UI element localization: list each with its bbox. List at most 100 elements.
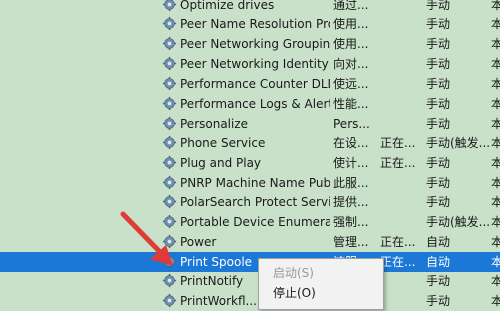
service-row[interactable]: Print Spoole该服...正在...自动本 bbox=[0, 252, 500, 272]
service-row[interactable]: Power 管理... 正在... 自动 本 bbox=[0, 232, 500, 252]
service-name: Personalize bbox=[180, 117, 249, 131]
service-row[interactable]: Peer Networking Grouping 使用... 手动 本 bbox=[0, 34, 500, 54]
gear-icon bbox=[162, 254, 177, 269]
service-description: 通过... bbox=[333, 0, 369, 12]
service-description: 使用... bbox=[333, 17, 369, 31]
gear-icon bbox=[162, 96, 177, 111]
service-row[interactable]: PNRP Machine Name Publ... 此服... 手动 本 bbox=[0, 173, 500, 193]
service-description: 强制... bbox=[333, 215, 369, 229]
service-logon: 本 bbox=[491, 117, 500, 131]
service-description: 使计... bbox=[333, 156, 369, 170]
menu-item-stop[interactable]: 停止(O) bbox=[259, 283, 383, 303]
service-name: Peer Networking Grouping bbox=[180, 37, 330, 51]
service-row[interactable]: Peer Networking Identity ... 向对... 手动 本 bbox=[0, 54, 500, 74]
service-row[interactable]: Phone Service 在设... 正在... 手动(触发... 本 bbox=[0, 133, 500, 153]
service-description: 在设... bbox=[333, 136, 369, 150]
service-logon: 本 bbox=[491, 57, 500, 71]
service-name: Power bbox=[180, 235, 217, 249]
service-name: Performance Counter DLL ... bbox=[180, 77, 330, 91]
service-name: Peer Name Resolution Pro... bbox=[180, 17, 330, 31]
gear-icon bbox=[162, 116, 177, 131]
gear-icon bbox=[162, 76, 177, 91]
gear-icon bbox=[162, 175, 177, 190]
service-name: PNRP Machine Name Publ... bbox=[180, 176, 330, 190]
service-row[interactable]: Optimize drives 通过... 手动 本 bbox=[0, 0, 500, 15]
service-row[interactable]: Plug and Play 使计... 正在... 手动 本 bbox=[0, 153, 500, 173]
service-startup-type: 手动(触发... bbox=[426, 215, 490, 229]
service-startup-type: 手动 bbox=[426, 77, 451, 91]
service-logon: 本 bbox=[491, 156, 500, 170]
service-description: 使远... bbox=[333, 77, 369, 91]
service-logon: 本 bbox=[491, 97, 500, 111]
service-description: 此服... bbox=[333, 176, 369, 190]
gear-icon bbox=[162, 36, 177, 51]
service-description: 性能... bbox=[333, 97, 369, 111]
service-name: Plug and Play bbox=[180, 156, 262, 170]
services-list: Optimize drives 通过... 手动本 Peer Name Resolut… bbox=[0, 0, 500, 308]
service-startup-type: 手动 bbox=[426, 294, 451, 308]
service-name: Peer Networking Identity ... bbox=[180, 57, 330, 71]
service-startup-type: 自动 bbox=[426, 255, 451, 269]
service-startup-type: 自动 bbox=[426, 235, 451, 249]
service-name: Portable Device Enumerat... bbox=[180, 215, 330, 229]
service-logon: 本 bbox=[491, 294, 500, 308]
service-row[interactable]: PrintWorkfl... 手动本 bbox=[0, 291, 500, 311]
service-logon: 本 bbox=[491, 77, 500, 91]
service-logon: 本 bbox=[491, 0, 500, 12]
service-startup-type: 手动 bbox=[426, 117, 451, 131]
service-logon: 本 bbox=[491, 37, 500, 51]
context-menu: 启动(S) 停止(O) bbox=[258, 258, 384, 310]
gear-icon bbox=[162, 0, 177, 12]
service-startup-type: 手动 bbox=[426, 274, 451, 288]
service-description: 提供... bbox=[333, 195, 369, 209]
menu-item-start[interactable]: 启动(S) bbox=[259, 263, 383, 283]
service-startup-type: 手动 bbox=[426, 156, 451, 170]
gear-icon bbox=[162, 214, 177, 229]
service-description: 管理... bbox=[333, 235, 369, 249]
service-description: Pers... bbox=[333, 117, 370, 131]
service-row[interactable]: Peer Name Resolution Pro... 使用... 手动 本 bbox=[0, 14, 500, 34]
gear-icon bbox=[162, 155, 177, 170]
service-logon: 本 bbox=[491, 195, 500, 209]
gear-icon bbox=[162, 56, 177, 71]
service-startup-type: 手动 bbox=[426, 176, 451, 190]
service-logon: 本 bbox=[491, 215, 500, 229]
service-row[interactable]: PrintNotify 手动本 bbox=[0, 271, 500, 291]
menu-item-stop-label: 停止(O) bbox=[273, 286, 316, 300]
service-startup-type: 手动(触发... bbox=[426, 136, 490, 150]
service-row[interactable]: Personalize Pers... 手动 本 bbox=[0, 114, 500, 134]
service-logon: 本 bbox=[491, 274, 500, 288]
service-description: 使用... bbox=[333, 37, 369, 51]
service-startup-type: 手动 bbox=[426, 0, 451, 12]
service-description: 向对... bbox=[333, 57, 369, 71]
gear-icon bbox=[162, 135, 177, 150]
service-startup-type: 手动 bbox=[426, 57, 451, 71]
service-logon: 本 bbox=[491, 255, 500, 269]
service-startup-type: 手动 bbox=[426, 17, 451, 31]
service-row[interactable]: Performance Logs & Alerts 性能... 手动 本 bbox=[0, 94, 500, 114]
gear-icon bbox=[162, 194, 177, 209]
service-name: Performance Logs & Alerts bbox=[180, 97, 330, 111]
gear-icon bbox=[162, 293, 177, 308]
service-status: 正在... bbox=[380, 235, 416, 249]
service-logon: 本 bbox=[491, 136, 500, 150]
menu-item-start-label: 启动(S) bbox=[273, 266, 314, 280]
service-row[interactable]: Portable Device Enumerat...强制... 手动(触发...… bbox=[0, 212, 500, 232]
service-name: Optimize drives bbox=[180, 0, 275, 12]
service-logon: 本 bbox=[491, 17, 500, 31]
service-startup-type: 手动 bbox=[426, 97, 451, 111]
service-status: 正在... bbox=[380, 255, 416, 269]
service-startup-type: 手动 bbox=[426, 37, 451, 51]
service-row[interactable]: PolarSearch Protect Service 提供... 手动 本 bbox=[0, 192, 500, 212]
service-status: 正在... bbox=[380, 136, 416, 150]
service-status: 正在... bbox=[380, 156, 416, 170]
service-logon: 本 bbox=[491, 235, 500, 249]
service-name: Print Spoole bbox=[180, 255, 253, 269]
service-startup-type: 手动 bbox=[426, 195, 451, 209]
gear-icon bbox=[162, 234, 177, 249]
gear-icon bbox=[162, 16, 177, 31]
service-row[interactable]: Performance Counter DLL ...使远... 手动 本 bbox=[0, 74, 500, 94]
service-logon: 本 bbox=[491, 176, 500, 190]
gear-icon bbox=[162, 273, 177, 288]
service-name: Phone Service bbox=[180, 136, 266, 150]
